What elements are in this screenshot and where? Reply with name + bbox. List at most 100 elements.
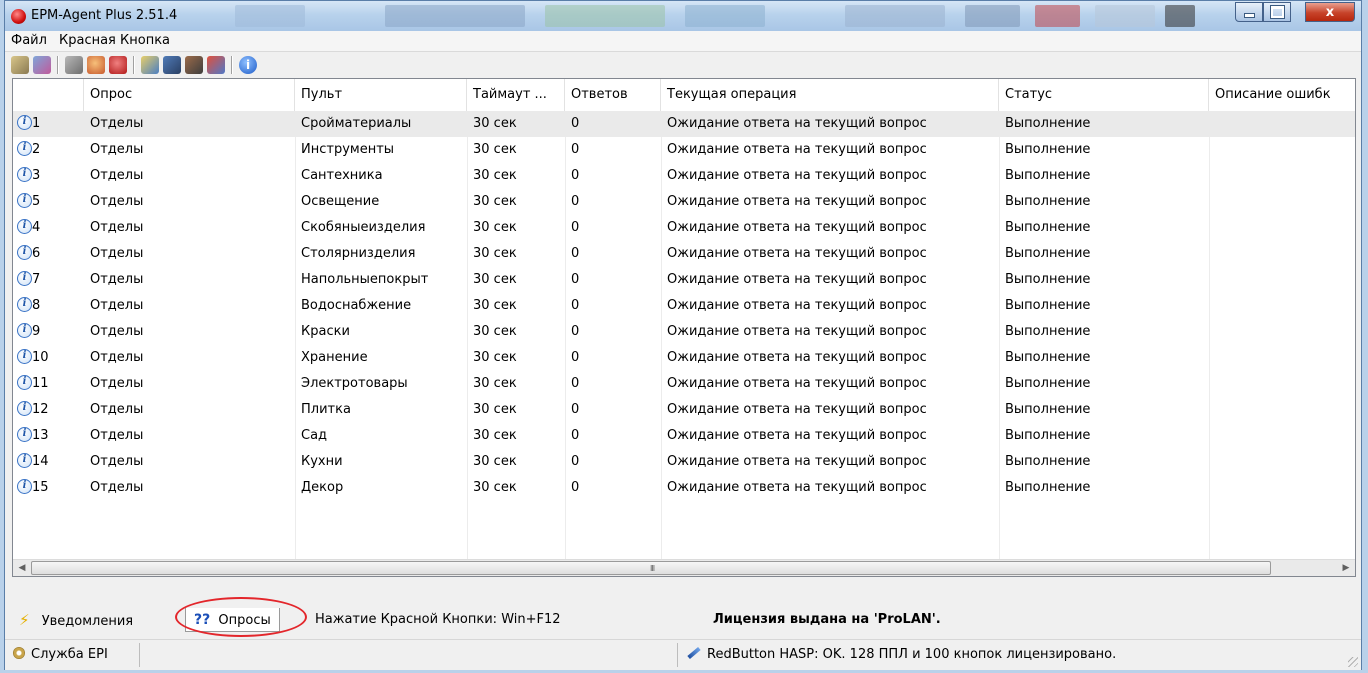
maximize-button[interactable] — [1263, 2, 1291, 22]
cell-index: i8 — [13, 293, 84, 319]
scroll-grip: III — [650, 564, 655, 573]
question-info-icon: i — [17, 271, 32, 286]
column-header-timeout[interactable]: Таймаут ... — [467, 79, 565, 111]
column-header-index[interactable] — [13, 79, 84, 111]
cell-error — [1209, 215, 1355, 241]
minimize-button[interactable] — [1235, 2, 1263, 22]
cell-remote: Скобяныеизделия — [301, 220, 426, 235]
cell-operation: Ожидание ответа на текущий вопрос — [667, 454, 927, 469]
cell-answers: 0 — [571, 480, 580, 495]
menu-file[interactable]: Файл — [11, 33, 47, 48]
cell-index: i9 — [13, 319, 84, 345]
cell-index: i 15 — [13, 475, 84, 501]
scroll-left-icon[interactable]: ◀ — [15, 560, 29, 576]
cell-operation: Ожидание ответа на текущий вопрос — [667, 194, 927, 209]
close-button[interactable]: x — [1305, 2, 1355, 22]
cell-timeout: 30 сек — [473, 298, 517, 313]
cell-poll: Отделы — [90, 142, 144, 157]
table-row[interactable]: i 13 Отделы Сад 30 сек 0 Ожидание ответа на те… — [13, 423, 1355, 449]
row-number: 15 — [32, 480, 49, 495]
row-number: 8 — [32, 298, 41, 313]
table-row[interactable]: i 7 Отделы Напольныепокрыт 30 сек 0 Ожидание о… — [13, 267, 1355, 293]
cell-index: i5 — [13, 189, 84, 215]
cell-index: i2 — [13, 137, 84, 163]
resize-grip-icon[interactable] — [1348, 657, 1358, 667]
cell-remote: Освещение — [301, 194, 380, 209]
row-number: 9 — [32, 324, 41, 339]
table-row[interactable]: i 8 Отделы Водоснабжение 30 сек 0 Ожидание отв… — [13, 293, 1355, 319]
service-gear-icon — [13, 647, 25, 659]
cell-poll: Отделы — [90, 168, 144, 183]
cell-timeout: 30 сек — [473, 324, 517, 339]
cell-error — [1209, 189, 1355, 215]
cell-index: i3 — [13, 163, 84, 189]
stop-icon[interactable] — [65, 56, 83, 74]
cell-remote: Сантехника — [301, 168, 383, 183]
service-status-text: Служба EPI — [31, 647, 108, 662]
users-icon[interactable] — [87, 56, 105, 74]
tab-notifications[interactable]: ⚡ Уведомления — [19, 608, 133, 632]
alert-icon[interactable] — [109, 56, 127, 74]
table-row[interactable]: i 12 Отделы Плитка 30 сек 0 Ожидание ответа на… — [13, 397, 1355, 423]
cell-error — [1209, 163, 1355, 189]
cell-remote: Сад — [301, 428, 328, 443]
table-row[interactable]: i 2 Отделы Инструменты 30 сек 0 Ожидание ответ… — [13, 137, 1355, 163]
cell-poll: Отделы — [90, 402, 144, 417]
cell-poll: Отделы — [90, 480, 144, 495]
row-number: 10 — [32, 350, 49, 365]
cell-remote: Инструменты — [301, 142, 395, 157]
table-row[interactable]: i 11 Отделы Электротовары 30 сек 0 Ожидание от… — [13, 371, 1355, 397]
menu-red-button[interactable]: Красная Кнопка — [59, 33, 170, 48]
question-info-icon: i — [17, 349, 32, 364]
scrollbar-thumb[interactable]: III — [31, 561, 1271, 575]
column-header-operation[interactable]: Текущая операция — [661, 79, 999, 111]
film-icon[interactable] — [163, 56, 181, 74]
table-row[interactable]: i 10 Отделы Хранение 30 сек 0 Ожидание ответа … — [13, 345, 1355, 371]
column-header-error[interactable]: Описание ошибк — [1209, 79, 1355, 111]
service-status: Служба EPI — [13, 640, 108, 670]
app-logo-icon — [11, 9, 26, 24]
row-number: 12 — [32, 402, 49, 417]
question-info-icon: i — [17, 141, 32, 156]
table-row[interactable]: i 1 Отделы Сройматериалы 30 сек 0 Ожидание отв… — [13, 111, 1355, 137]
row-number: 6 — [32, 246, 41, 261]
cell-error — [1209, 111, 1355, 137]
cell-operation: Ожидание ответа на текущий вопрос — [667, 142, 927, 157]
table-row[interactable]: i 15 Отделы Декор 30 сек 0 Ожидание ответа на … — [13, 475, 1355, 501]
table-row[interactable]: i 14 Отделы Кухни 30 сек 0 Ожидание ответа на … — [13, 449, 1355, 475]
title-bar[interactable]: EPM-Agent Plus 2.51.4 x — [5, 1, 1361, 31]
cell-status: Выполнение — [1005, 116, 1091, 131]
cell-error — [1209, 345, 1355, 371]
cell-timeout: 30 сек — [473, 220, 517, 235]
cell-answers: 0 — [571, 272, 580, 287]
column-header-answers[interactable]: Ответов — [565, 79, 661, 111]
cell-poll: Отделы — [90, 376, 144, 391]
column-header-poll[interactable]: Опрос — [84, 79, 295, 111]
polls-table[interactable]: Опрос Пульт Таймаут ... Ответов Текущая … — [12, 78, 1356, 577]
table-row[interactable]: i 5 Отделы Освещение 30 сек 0 Ожидание ответа … — [13, 189, 1355, 215]
table-row[interactable]: i 9 Отделы Краски 30 сек 0 Ожидание ответа на … — [13, 319, 1355, 345]
column-header-remote[interactable]: Пульт — [295, 79, 467, 111]
info-icon[interactable]: i — [239, 56, 257, 74]
cell-answers: 0 — [571, 376, 580, 391]
table-header: Опрос Пульт Таймаут ... Ответов Текущая … — [13, 79, 1355, 112]
horizontal-scrollbar[interactable]: ◀ III ▶ — [13, 559, 1355, 576]
report-icon[interactable] — [141, 56, 159, 74]
cell-poll: Отделы — [90, 350, 144, 365]
table-row[interactable]: i 4 Отделы Скобяныеизделия 30 сек 0 Ожидание о… — [13, 215, 1355, 241]
column-header-status[interactable]: Статус — [999, 79, 1209, 111]
scroll-right-icon[interactable]: ▶ — [1339, 560, 1353, 576]
cell-timeout: 30 сек — [473, 142, 517, 157]
table-row[interactable]: i 3 Отделы Сантехника 30 сек 0 Ожидание ответа… — [13, 163, 1355, 189]
table-row[interactable]: i 6 Отделы Столярнизделия 30 сек 0 Ожидание от… — [13, 241, 1355, 267]
mail-icon[interactable] — [185, 56, 203, 74]
cell-operation: Ожидание ответа на текущий вопрос — [667, 116, 927, 131]
tab-hotkey[interactable]: Нажатие Красной Кнопки: Win+F12 — [315, 608, 561, 632]
cell-poll: Отделы — [90, 272, 144, 287]
connect-icon[interactable] — [33, 56, 51, 74]
cell-answers: 0 — [571, 220, 580, 235]
tools-icon[interactable] — [207, 56, 225, 74]
cell-index: i4 — [13, 215, 84, 241]
settings-icon[interactable] — [11, 56, 29, 74]
cell-answers: 0 — [571, 298, 580, 313]
